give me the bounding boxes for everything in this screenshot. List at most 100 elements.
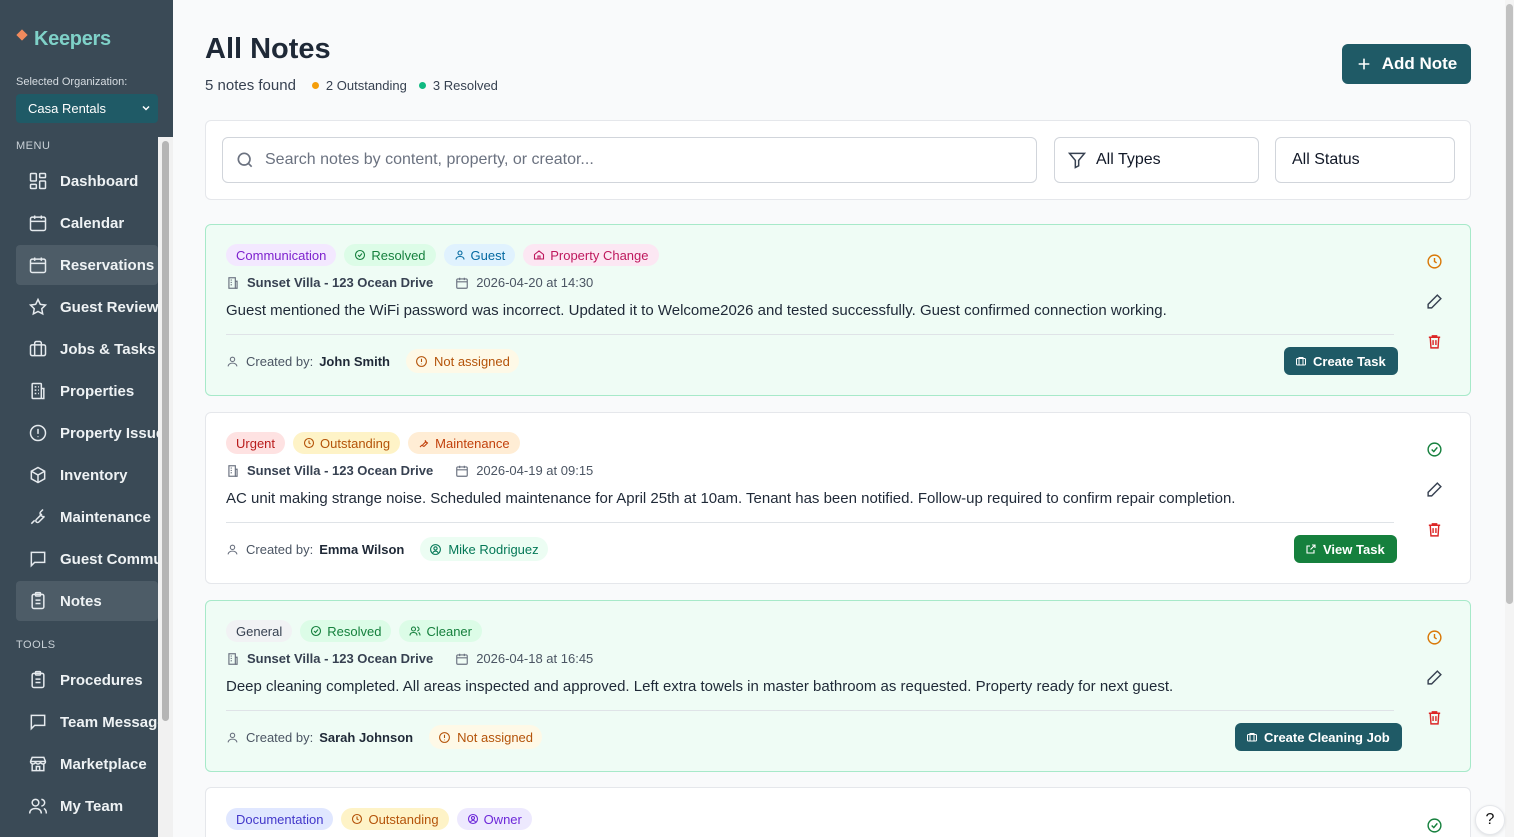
delete-button[interactable] — [1424, 519, 1444, 539]
type-filter-select[interactable]: All Types — [1054, 137, 1259, 183]
audience-tag-label: Owner — [483, 811, 522, 827]
sidebar-scroll-thumb[interactable] — [162, 141, 169, 721]
brand-name: Keepers — [34, 28, 111, 50]
menu-label: MENU — [16, 140, 51, 152]
outstanding-dot-icon — [311, 82, 319, 89]
building-icon — [228, 276, 238, 289]
sidebar-item-label: Jobs & Tasks — [60, 340, 156, 358]
action-button-label: View Task — [1323, 541, 1385, 557]
action-button-label: Create Cleaning Job — [1264, 729, 1390, 745]
audience-tag-label: Guest — [470, 247, 506, 263]
delete-button[interactable] — [1424, 707, 1444, 727]
home-icon — [534, 250, 545, 260]
tools-label: TOOLS — [16, 639, 56, 651]
note-date: 2026-04-19 at 09:15 — [476, 463, 594, 478]
star-icon — [28, 297, 48, 316]
trash-icon — [1428, 710, 1440, 725]
create-cleaning-job-button[interactable]: Create Cleaning Job — [1235, 723, 1402, 751]
status-tag: Outstanding — [293, 432, 401, 454]
sidebar-item-my-team[interactable]: My Team — [16, 786, 158, 826]
sidebar-item-team-messages[interactable]: Team Messages — [16, 702, 158, 742]
sidebar-item-procedures[interactable]: Procedures — [16, 660, 158, 700]
wrench-icon — [30, 508, 45, 525]
sidebar-item-label: Marketplace — [60, 755, 147, 773]
pencil-icon — [1426, 293, 1442, 309]
edit-button[interactable] — [1424, 291, 1444, 311]
note-date: 2026-04-20 at 14:30 — [476, 275, 594, 290]
note-creator: Created by: John Smith Not assigned — [226, 349, 519, 373]
org-select[interactable]: Casa Rentals — [16, 94, 158, 123]
main-scroll-thumb[interactable] — [1506, 4, 1513, 604]
mark-resolved-button[interactable] — [1424, 439, 1444, 459]
created-by-label: Created by: — [246, 541, 314, 557]
alert-circle-icon — [29, 424, 47, 442]
sidebar-item-property-issues[interactable]: Property Issues — [16, 413, 158, 453]
mark-outstanding-button[interactable] — [1424, 251, 1444, 271]
search-input[interactable] — [265, 151, 1005, 169]
category-tag-label: Property Change — [550, 247, 649, 263]
sidebar-item-label: My Team — [60, 797, 124, 815]
wrench-icon — [419, 439, 429, 448]
add-note-button[interactable]: Add Note — [1342, 44, 1471, 84]
sidebar-item-label: Property Issues — [60, 424, 158, 442]
mark-resolved-button[interactable] — [1424, 815, 1444, 835]
status-tag-label: Outstanding — [368, 811, 439, 827]
status-tag-label: Resolved — [327, 623, 382, 639]
view-task-button[interactable]: View Task — [1294, 535, 1397, 563]
sidebar-item-calendar[interactable]: Calendar — [16, 203, 158, 243]
sidebar-item-label: Inventory — [60, 466, 128, 484]
edit-button[interactable] — [1424, 479, 1444, 499]
note-tags: General Resolved Cleaner — [226, 620, 490, 642]
users-icon — [409, 626, 422, 636]
sidebar-item-guest-communication[interactable]: Guest Communication — [16, 539, 158, 579]
status-filter-value: All Status — [1292, 151, 1360, 168]
note-tags: Documentation Outstanding Owner — [226, 808, 540, 830]
sidebar-item-notes[interactable]: Notes — [16, 581, 158, 621]
sidebar-item-dashboard[interactable]: Dashboard — [16, 161, 158, 201]
store-icon — [29, 756, 47, 772]
delete-button[interactable] — [1424, 331, 1444, 351]
pencil-icon — [1426, 481, 1442, 497]
notes-summary: 5 notes found 2 Outstanding 3 Resolved — [205, 77, 510, 94]
note-card: Communication Resolved Guest Property Ch… — [205, 224, 1471, 396]
resolved-stat: 3 Resolved — [418, 78, 498, 93]
note-divider — [226, 334, 1394, 335]
assignee-label: Mike Rodriguez — [448, 541, 539, 557]
check-circle-icon — [311, 625, 322, 637]
search-box[interactable] — [222, 137, 1037, 183]
notes-count: 5 notes found — [205, 77, 296, 94]
chevron-down-icon — [140, 102, 152, 114]
sidebar-item-maintenance[interactable]: Maintenance — [16, 497, 158, 537]
status-tag: Outstanding — [341, 808, 449, 830]
sidebar-item-inventory[interactable]: Inventory — [16, 455, 158, 495]
sidebar-item-reservations[interactable]: Reservations — [16, 245, 158, 285]
brand-logo[interactable]: Keepers — [16, 28, 111, 51]
sidebar-item-jobs-tasks[interactable]: Jobs & Tasks — [16, 329, 158, 369]
sidebar-item-marketplace[interactable]: Marketplace — [16, 744, 158, 784]
calendar-icon — [456, 465, 469, 477]
clock-icon — [303, 437, 315, 449]
category-tag: Property Change — [523, 244, 659, 266]
edit-button[interactable] — [1424, 667, 1444, 687]
sidebar-item-label: Guest Communication — [60, 550, 158, 568]
main-scrollbar[interactable] — [1505, 0, 1514, 837]
creator-name: Emma Wilson — [319, 541, 405, 557]
plus-icon — [1358, 58, 1370, 70]
help-button[interactable]: ? — [1475, 805, 1505, 835]
mark-outstanding-button[interactable] — [1424, 627, 1444, 647]
status-filter-select[interactable]: All Status — [1275, 137, 1455, 183]
sidebar-item-guest-reviews[interactable]: Guest Reviews — [16, 287, 158, 327]
sidebar-scrollbar[interactable] — [158, 137, 173, 837]
note-property: Sunset Villa - 123 Ocean Drive — [247, 275, 434, 290]
user-icon — [227, 356, 238, 366]
clipboard-icon — [31, 591, 45, 610]
create-task-button[interactable]: Create Task — [1284, 347, 1398, 375]
external-link-icon — [1306, 544, 1316, 554]
sidebar-item-properties[interactable]: Properties — [16, 371, 158, 411]
action-button-label: Create Task — [1313, 353, 1386, 369]
note-card: Documentation Outstanding Owner — [205, 787, 1471, 837]
note-meta: Sunset Villa - 123 Ocean Drive 2026-04-1… — [226, 651, 593, 666]
resolved-count: 3 Resolved — [432, 78, 498, 93]
sidebar-item-label: Guest Reviews — [60, 298, 158, 316]
audience-tag: Owner — [456, 808, 532, 830]
